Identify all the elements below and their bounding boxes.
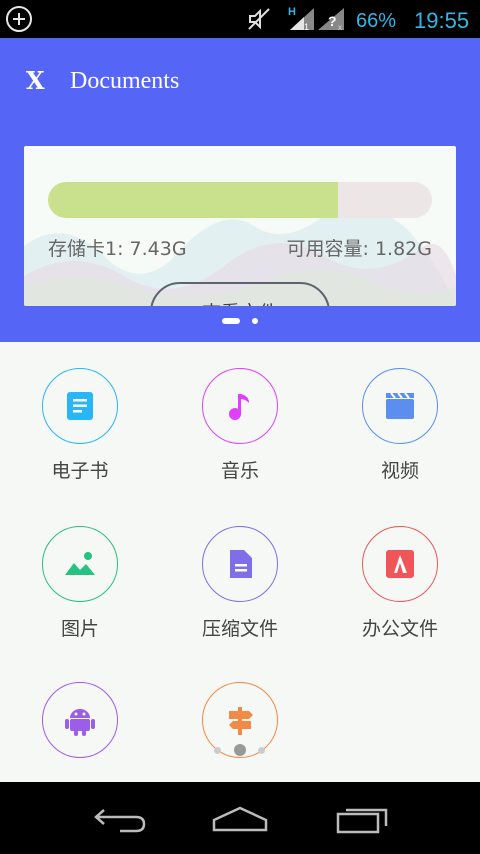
mute-icon — [248, 8, 270, 30]
category-office[interactable]: 办公文件 — [320, 526, 480, 646]
category-music[interactable]: 音乐 — [160, 368, 320, 488]
clock: 19:55 — [414, 8, 470, 33]
ebook-icon — [67, 392, 93, 420]
category-circle — [202, 368, 278, 444]
category-label: 办公文件 — [361, 618, 438, 640]
category-circle — [362, 368, 438, 444]
storage-progress-bar — [48, 182, 432, 218]
category-video[interactable]: 视频 — [320, 368, 480, 488]
category-circle — [42, 368, 118, 444]
recent-apps-icon[interactable] — [332, 800, 392, 836]
app-logo: X — [26, 66, 45, 95]
category-circle — [362, 526, 438, 602]
category-archive[interactable]: 压缩文件 — [160, 526, 320, 646]
signal-h-icon: H 1 — [288, 6, 314, 32]
back-icon[interactable] — [90, 800, 150, 836]
android-icon — [65, 709, 95, 736]
signal-unknown-icon: ? x — [318, 8, 344, 32]
music-icon — [229, 394, 249, 420]
svg-text:x: x — [338, 23, 342, 32]
category-label: 音乐 — [220, 460, 259, 482]
category-label: 图片 — [60, 618, 99, 640]
svg-text:H: H — [288, 6, 296, 18]
storage-progress-fill — [48, 182, 338, 218]
office-icon — [386, 550, 414, 578]
add-circle-icon — [6, 6, 32, 32]
category-label: 视频 — [380, 460, 419, 482]
battery-level: 66% — [356, 10, 397, 32]
category-signpost[interactable] — [160, 682, 320, 782]
available-space: 可用容量: 1.82G — [286, 238, 432, 260]
page-dot — [252, 318, 258, 324]
grid-page-dot-active — [234, 744, 246, 756]
category-grid: 电子书 音乐 视频图片 压缩文件 办公文件 — [0, 342, 480, 782]
view-files-button[interactable]: 查看文件 — [150, 282, 330, 306]
app-title: Documents — [70, 68, 180, 94]
storage-card[interactable]: 存储卡1: 7.43G 可用容量: 1.82G 查看文件 — [24, 146, 456, 306]
category-circle — [42, 682, 118, 758]
category-circle — [42, 526, 118, 602]
category-image[interactable]: 图片 — [0, 526, 160, 646]
app-header: X Documents 存储卡1: 7.43G 可用容量: 1.82G 查看文件 — [0, 38, 480, 342]
home-icon[interactable] — [210, 800, 270, 836]
grid-page-dot — [214, 747, 221, 754]
archive-icon — [230, 550, 252, 578]
grid-page-dot — [258, 747, 265, 754]
svg-text:1: 1 — [304, 22, 309, 32]
category-label: 压缩文件 — [201, 618, 278, 640]
navigation-bar — [0, 782, 480, 854]
category-android[interactable] — [0, 682, 160, 782]
status-bar: H 1 ? x 66% 19:55 — [0, 0, 480, 38]
image-icon — [65, 552, 95, 575]
signpost-icon — [229, 707, 253, 735]
category-label: 电子书 — [51, 460, 109, 482]
storage-card-label: 存储卡1: 7.43G — [48, 238, 187, 260]
category-circle — [202, 526, 278, 602]
category-ebook[interactable]: 电子书 — [0, 368, 160, 488]
svg-text:?: ? — [328, 13, 337, 29]
page-indicator — [0, 316, 480, 326]
grid-page-indicator — [212, 744, 272, 756]
video-icon — [386, 392, 414, 419]
page-dot-active — [222, 318, 240, 324]
